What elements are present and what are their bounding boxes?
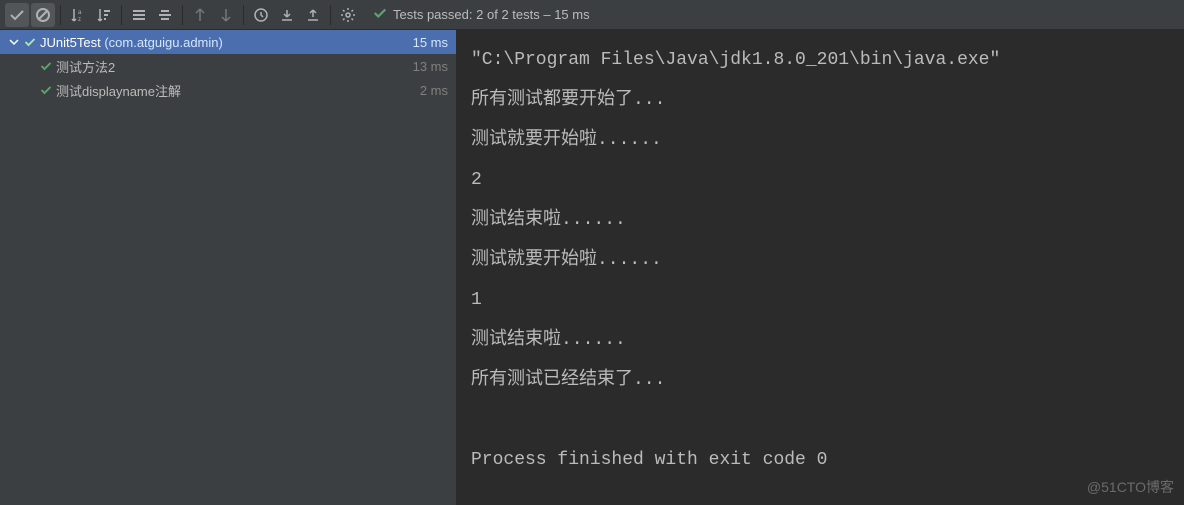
tree-test-row[interactable]: 测试displayname注解 2 ms xyxy=(0,78,456,102)
test-status: Tests passed: 2 of 2 tests – 15 ms xyxy=(373,6,590,23)
separator xyxy=(330,5,331,25)
test-time: 13 ms xyxy=(413,59,448,74)
console-line: 1 xyxy=(471,290,482,310)
console-line: 测试结束啦...... xyxy=(471,330,626,350)
svg-text:a: a xyxy=(78,10,82,16)
check-icon xyxy=(40,60,52,72)
test-tree[interactable]: JUnit5Test (com.atguigu.admin) 15 ms 测试方… xyxy=(0,30,457,505)
test-time: 2 ms xyxy=(420,83,448,98)
import-tests-button[interactable] xyxy=(275,3,299,27)
main-area: JUnit5Test (com.atguigu.admin) 15 ms 测试方… xyxy=(0,30,1184,505)
expand-all-button[interactable] xyxy=(127,3,151,27)
separator xyxy=(243,5,244,25)
chevron-down-icon[interactable] xyxy=(8,37,20,47)
show-passed-button[interactable] xyxy=(5,3,29,27)
test-name: 测试displayname注解 xyxy=(56,81,420,100)
console-line: 所有测试已经结束了... xyxy=(471,370,665,390)
tree-root-row[interactable]: JUnit5Test (com.atguigu.admin) 15 ms xyxy=(0,30,456,54)
show-ignored-button[interactable] xyxy=(31,3,55,27)
check-icon xyxy=(40,84,52,96)
separator xyxy=(121,5,122,25)
console-line: Process finished with exit code 0 xyxy=(471,450,827,470)
svg-text:z: z xyxy=(78,17,81,23)
console-line: 2 xyxy=(471,170,482,190)
test-class-name: JUnit5Test (com.atguigu.admin) xyxy=(40,35,413,50)
console-line: "C:\Program Files\Java\jdk1.8.0_201\bin\… xyxy=(471,50,1000,70)
test-toolbar: az Tests passed: 2 of 2 tests – 15 m xyxy=(0,0,1184,30)
sort-alpha-button[interactable]: az xyxy=(66,3,90,27)
test-time: 15 ms xyxy=(413,35,448,50)
sort-duration-button[interactable] xyxy=(92,3,116,27)
prev-failed-button[interactable] xyxy=(188,3,212,27)
watermark: @51CTO博客 xyxy=(1087,477,1174,497)
export-tests-button[interactable] xyxy=(301,3,325,27)
check-icon xyxy=(373,6,387,23)
next-failed-button[interactable] xyxy=(214,3,238,27)
separator xyxy=(60,5,61,25)
separator xyxy=(182,5,183,25)
status-mid: of 2 tests xyxy=(487,7,540,22)
tree-test-row[interactable]: 测试方法2 13 ms xyxy=(0,54,456,78)
console-output[interactable]: "C:\Program Files\Java\jdk1.8.0_201\bin\… xyxy=(457,30,1184,505)
console-line: 测试就要开始啦...... xyxy=(471,130,662,150)
console-line: 测试就要开始啦...... xyxy=(471,250,662,270)
passed-count: 2 xyxy=(476,7,483,22)
test-history-button[interactable] xyxy=(249,3,273,27)
check-icon xyxy=(24,36,36,48)
settings-button[interactable] xyxy=(336,3,360,27)
console-line: 测试结束啦...... xyxy=(471,210,626,230)
test-name: 测试方法2 xyxy=(56,57,413,76)
collapse-all-button[interactable] xyxy=(153,3,177,27)
console-line: 所有测试都要开始了... xyxy=(471,90,665,110)
status-prefix: Tests passed: xyxy=(393,7,473,22)
status-time: – 15 ms xyxy=(543,7,589,22)
